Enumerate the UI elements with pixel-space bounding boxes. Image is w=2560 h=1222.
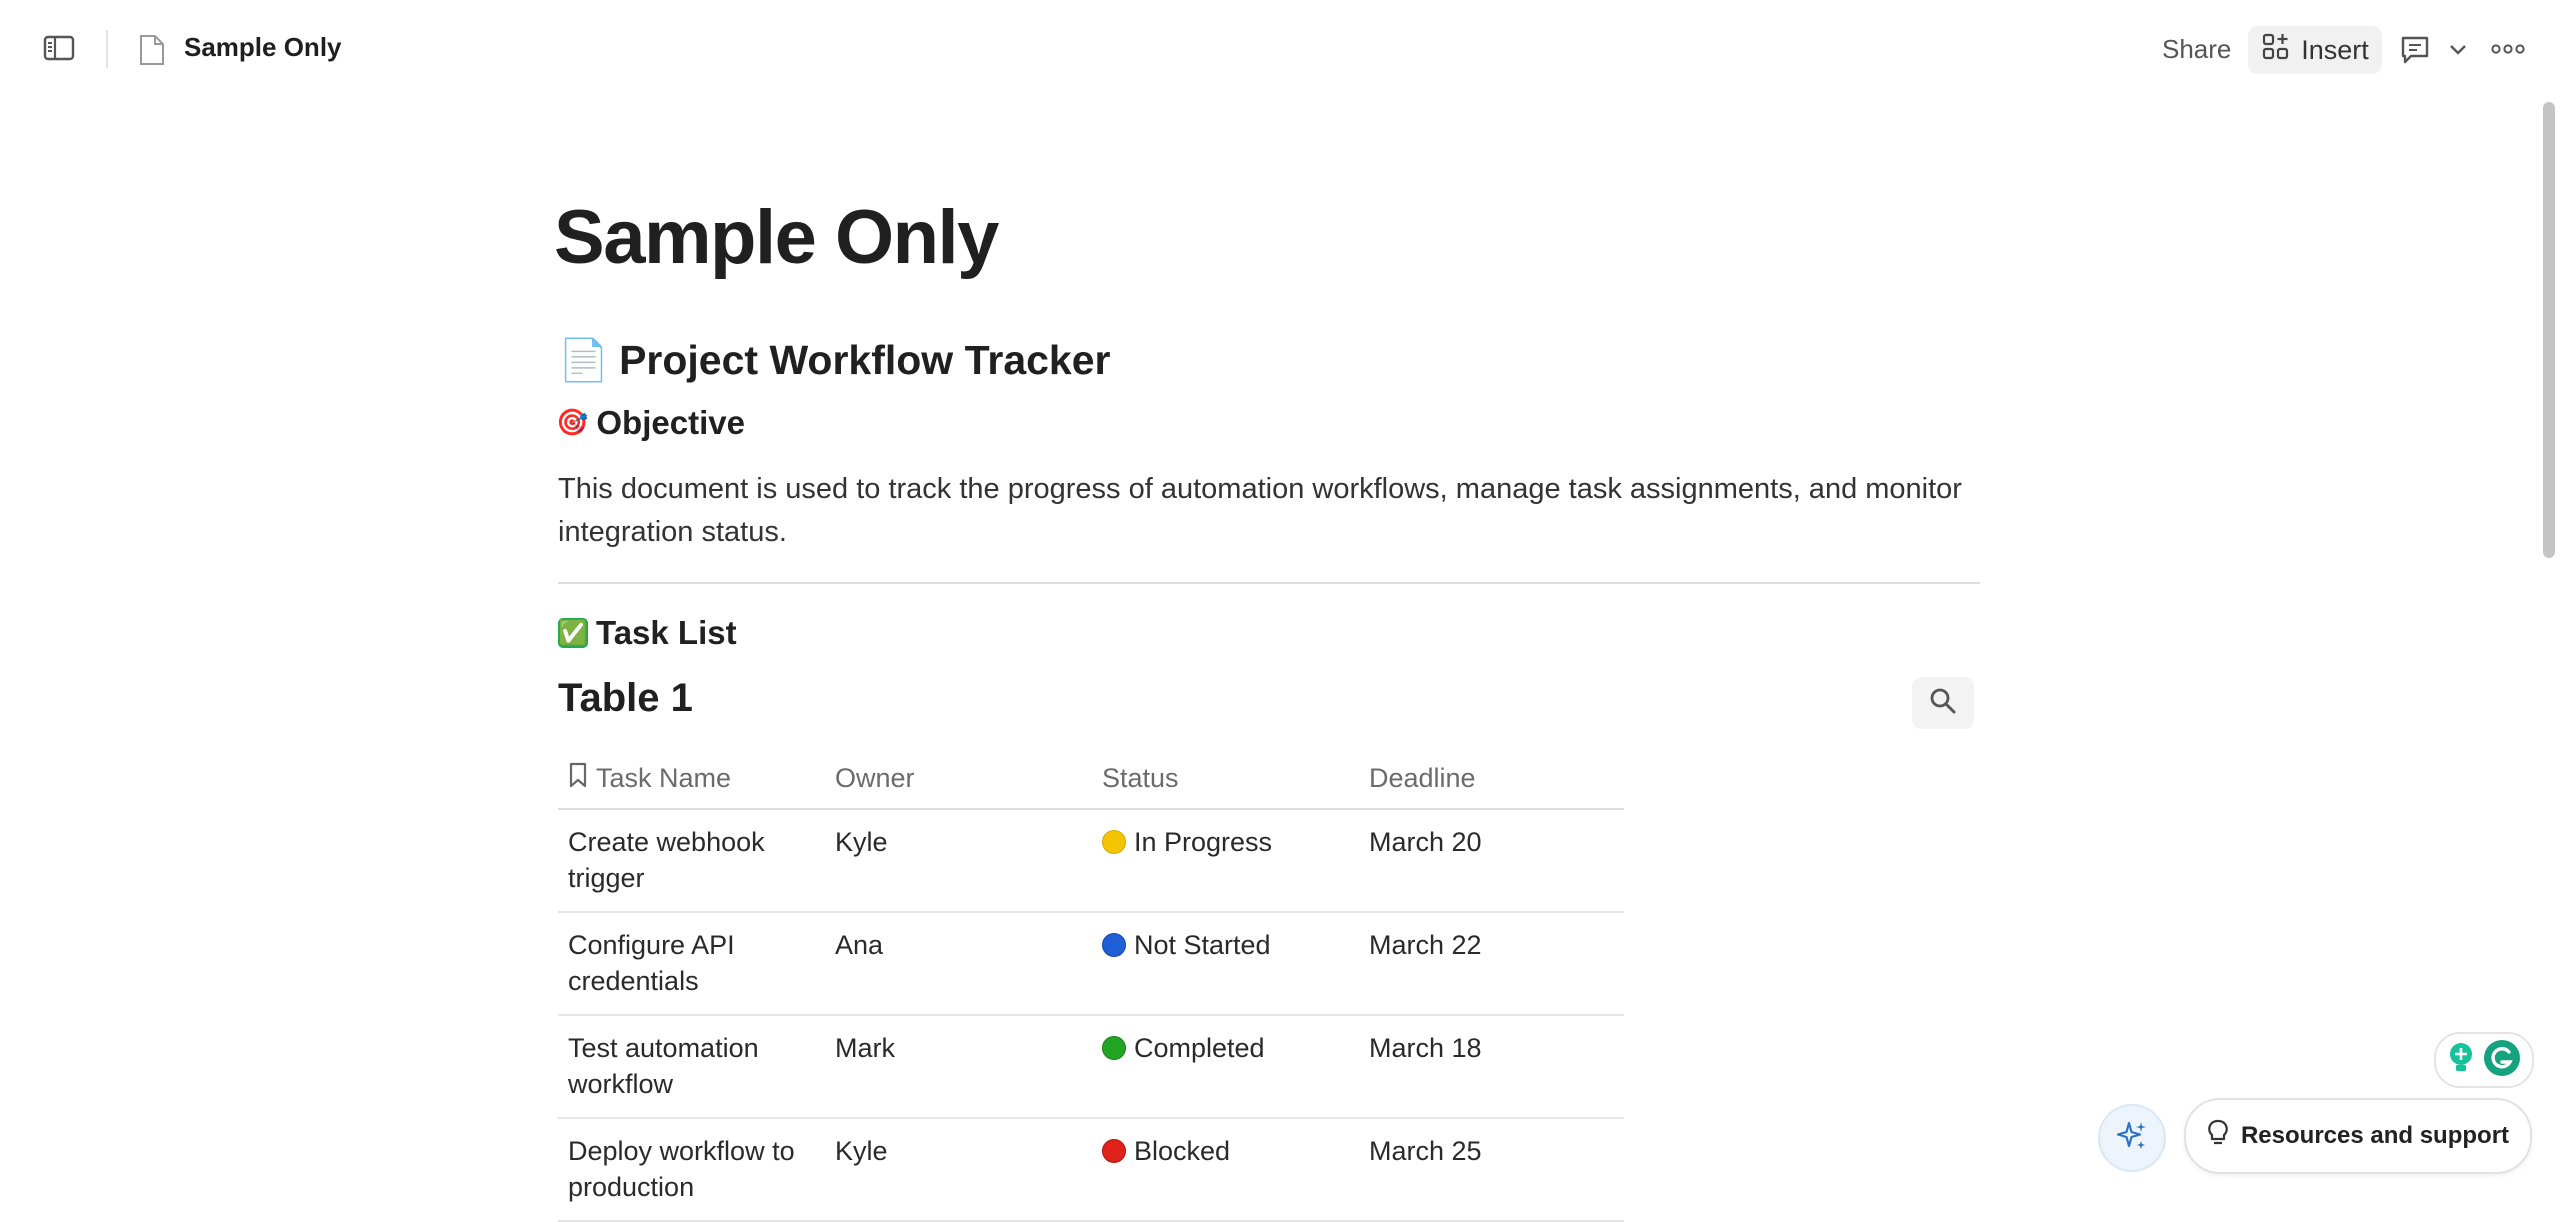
target-emoji-icon: 🎯 — [556, 408, 589, 438]
lightbulb-icon — [2446, 1041, 2476, 1080]
status-cell[interactable]: Blocked — [1092, 1118, 1359, 1222]
heading-text: Task List — [596, 614, 737, 651]
document-icon — [138, 34, 168, 66]
deadline-cell[interactable]: March 22 — [1359, 912, 1624, 1016]
heading-project-workflow-tracker: 📄 Project Workflow Tracker — [558, 336, 1110, 385]
scrollbar-thumb[interactable] — [2543, 102, 2555, 558]
task-name-cell[interactable]: Deploy workflow to production — [558, 1118, 825, 1222]
sparkle-icon — [2115, 1119, 2149, 1158]
grammarly-icon — [2482, 1038, 2522, 1083]
status-cell[interactable]: In Progress — [1092, 809, 1359, 913]
resources-and-support-button[interactable]: Resources and support — [2184, 1098, 2532, 1174]
more-options-icon[interactable] — [2488, 34, 2528, 64]
status-cell[interactable]: Not Started — [1092, 912, 1359, 1016]
lightbulb-icon — [2207, 1119, 2229, 1154]
objective-paragraph: This document is used to track the progr… — [558, 473, 1962, 548]
chevron-down-icon[interactable] — [2444, 36, 2472, 64]
status-label: Completed — [1134, 1033, 1265, 1063]
deadline-cell[interactable]: March 25 — [1359, 1118, 1624, 1222]
grammarly-widget[interactable] — [2434, 1032, 2534, 1088]
task-name-cell[interactable]: Create webhook trigger — [558, 809, 825, 913]
search-icon — [1929, 687, 1957, 720]
checkmark-emoji-icon: ✅ — [558, 618, 588, 648]
column-header-task-name[interactable]: Task Name — [558, 748, 825, 810]
table-row: Create webhook trigger Kyle In Progress … — [558, 809, 1624, 913]
deadline-cell[interactable]: March 20 — [1359, 809, 1624, 913]
column-header-label: Task Name — [596, 762, 732, 793]
status-label: Blocked — [1134, 1136, 1231, 1166]
owner-cell[interactable]: Kyle — [825, 809, 1092, 913]
table-title: Table 1 — [558, 676, 693, 720]
owner-cell[interactable]: Mark — [825, 1015, 1092, 1119]
top-bar: Sample Only Share Insert — [0, 0, 2560, 100]
owner-cell[interactable]: Kyle — [825, 1118, 1092, 1222]
table-header-row: Task Name Owner Status Deadline — [558, 748, 1624, 810]
column-header-owner[interactable]: Owner — [825, 748, 1092, 810]
table-row: Configure API credentials Ana Not Starte… — [558, 912, 1624, 1016]
heading-text: Project Workflow Tracker — [619, 337, 1111, 383]
heading-task-list: ✅ Task List — [558, 614, 737, 652]
task-name-cell[interactable]: Configure API credentials — [558, 912, 825, 1016]
page-title: Sample Only — [554, 195, 999, 280]
red-circle-icon — [1102, 1139, 1126, 1163]
document-emoji-icon: 📄 — [558, 336, 610, 384]
ai-assistant-button[interactable] — [2098, 1104, 2166, 1172]
owner-cell[interactable]: Ana — [825, 912, 1092, 1016]
deadline-cell[interactable]: March 18 — [1359, 1015, 1624, 1119]
bookmark-icon — [568, 762, 588, 795]
green-circle-icon — [1102, 1036, 1126, 1060]
share-button[interactable]: Share — [2150, 26, 2243, 72]
insert-icon — [2261, 32, 2291, 69]
insert-button[interactable]: Insert — [2248, 26, 2382, 74]
table-search-button[interactable] — [1912, 677, 1974, 729]
document-title-breadcrumb[interactable]: Sample Only — [184, 32, 342, 63]
table-row: Test automation workflow Mark Completed … — [558, 1015, 1624, 1119]
comment-icon[interactable] — [2396, 32, 2434, 68]
tasks-table: Task Name Owner Status Deadline Create w… — [558, 748, 1624, 1222]
sidebar-toggle-icon[interactable] — [42, 34, 76, 62]
yellow-circle-icon — [1102, 830, 1126, 854]
divider — [558, 582, 1980, 584]
resources-label: Resources and support — [2240, 1122, 2510, 1149]
status-label: Not Started — [1134, 930, 1271, 960]
status-cell[interactable]: Completed — [1092, 1015, 1359, 1119]
status-label: In Progress — [1134, 827, 1273, 857]
column-header-deadline[interactable]: Deadline — [1359, 748, 1624, 810]
table-row: Deploy workflow to production Kyle Block… — [558, 1118, 1624, 1222]
blue-circle-icon — [1102, 933, 1126, 957]
task-name-cell[interactable]: Test automation workflow — [558, 1015, 825, 1119]
toolbar-divider — [106, 30, 108, 68]
heading-text: Objective — [596, 404, 745, 441]
insert-label: Insert — [2301, 34, 2369, 65]
heading-objective: 🎯 Objective — [556, 404, 745, 442]
column-header-status[interactable]: Status — [1092, 748, 1359, 810]
